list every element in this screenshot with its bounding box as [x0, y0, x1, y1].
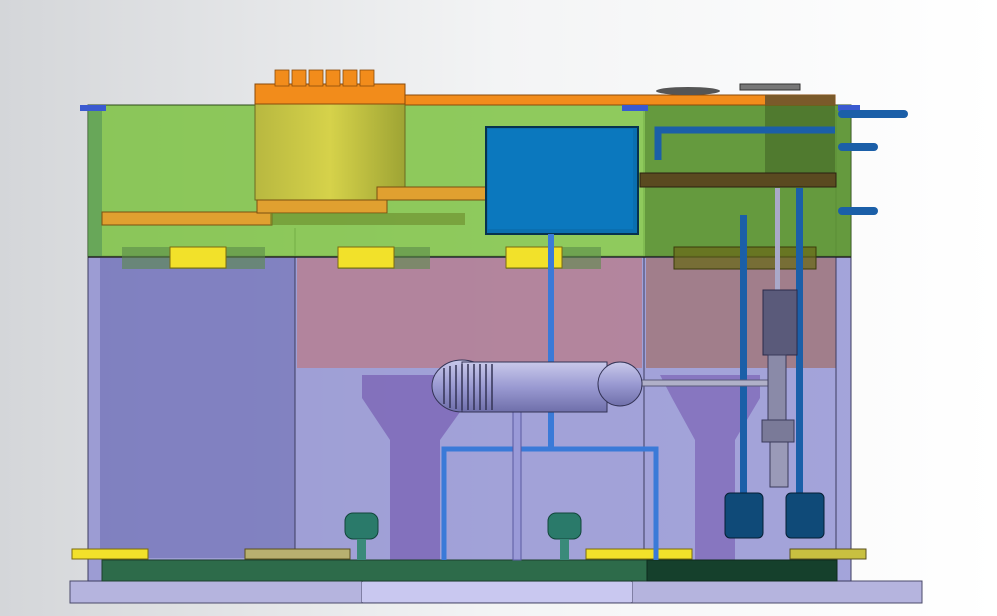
base-frame — [69, 580, 923, 604]
cad-side-view — [0, 0, 997, 616]
uv-lamp-housing — [431, 359, 643, 413]
control-box — [485, 126, 639, 235]
right-shelf — [639, 172, 837, 188]
plinth — [101, 559, 838, 582]
drum-cylinder — [254, 69, 406, 201]
